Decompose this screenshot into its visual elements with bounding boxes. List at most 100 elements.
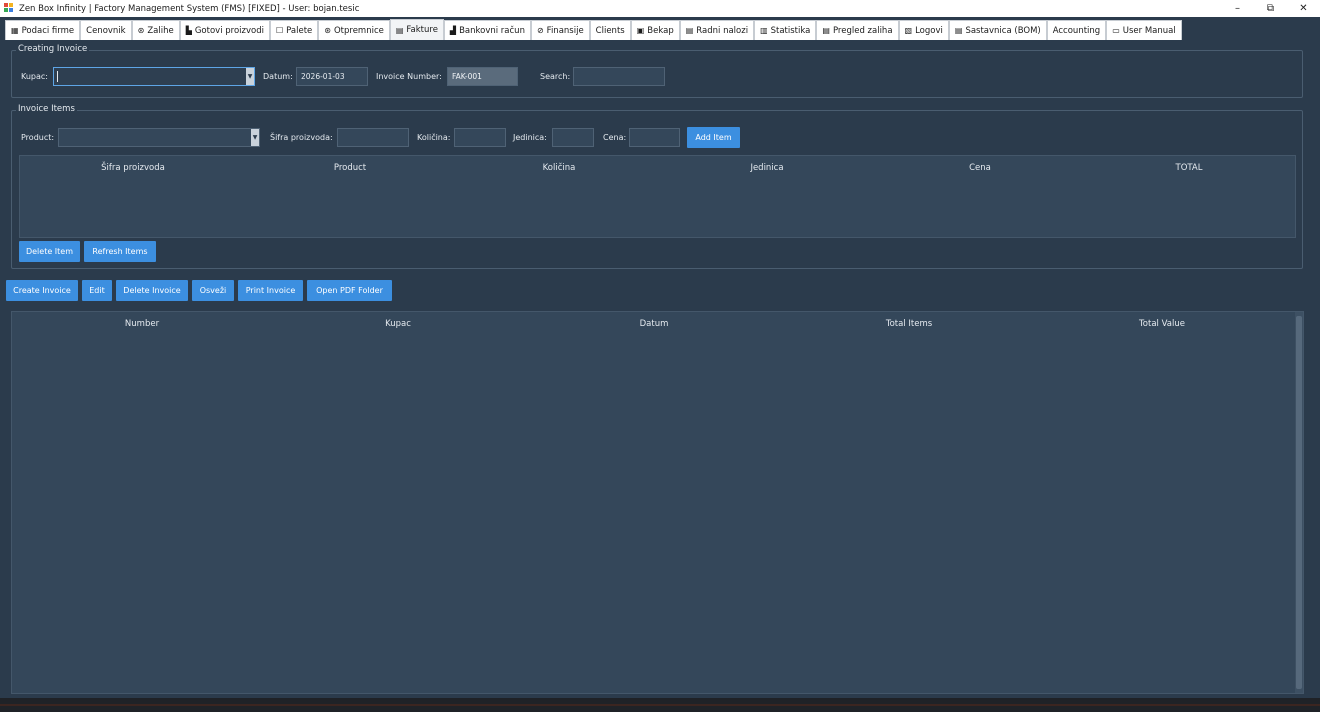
column-header[interactable]: Jedinica [750, 163, 783, 173]
add-item-button[interactable]: Add Item [687, 127, 740, 148]
bom-icon: ▤ [954, 26, 963, 35]
save-icon: ▣ [636, 26, 645, 35]
tab-label: Logovi [915, 25, 943, 36]
tab-fakture[interactable]: ▤ Fakture [389, 19, 444, 40]
vertical-scrollbar[interactable] [1295, 312, 1303, 693]
group-title: Invoice Items [16, 104, 77, 114]
column-header[interactable]: Kupac [385, 319, 411, 329]
cena-input[interactable] [629, 128, 680, 147]
sifra-input[interactable] [337, 128, 409, 147]
column-header[interactable]: Total Items [886, 319, 932, 329]
invoice-icon: ▤ [395, 25, 404, 35]
invoices-table[interactable]: Number Kupac Datum Total Items Total Value [11, 311, 1304, 694]
tab-bekap[interactable]: ▣ Bekap [630, 20, 680, 40]
kolicina-input[interactable] [454, 128, 506, 147]
factory-icon: ▙ [185, 26, 192, 35]
delete-item-button[interactable]: Delete Item [19, 241, 80, 262]
jedinica-label: Jedinica: [513, 133, 547, 142]
text-caret [57, 71, 58, 82]
tab-otpremnice[interactable]: ⊛ Otpremnice [318, 20, 390, 40]
product-combobox[interactable]: ▼ [58, 128, 260, 147]
pallet-icon: ☐ [275, 26, 284, 35]
tab-label: Sastavnica (BOM) [965, 25, 1041, 36]
tab-label: Otpremnice [333, 25, 384, 36]
tab-logovi[interactable]: ▧ Logovi [898, 20, 949, 40]
column-header[interactable]: Količina [543, 163, 576, 173]
tab-label: Gotovi proizvodi [194, 25, 264, 36]
tab-bankovni-račun[interactable]: ▟ Bankovni račun [443, 20, 531, 40]
clipboard-icon: ▤ [685, 26, 694, 35]
tab-label: Clients [595, 25, 625, 36]
tab-radni-nalozi[interactable]: ▤ Radni nalozi [679, 20, 755, 40]
datum-field[interactable]: 2026-01-03 [296, 67, 368, 86]
tab-label: Bankovni račun [459, 25, 525, 36]
tab-label: Radni nalozi [696, 25, 749, 36]
scrollbar-thumb[interactable] [1296, 316, 1302, 689]
window-title: Zen Box Infinity | Factory Management Sy… [19, 3, 360, 14]
refresh-items-button[interactable]: Refresh Items [84, 241, 156, 262]
tab-gotovi-proizvodi[interactable]: ▙ Gotovi proizvodi [179, 20, 270, 40]
kupac-combobox[interactable]: ▼ [53, 67, 255, 86]
chevron-down-icon[interactable]: ▼ [246, 68, 254, 85]
product-label: Product: [21, 133, 55, 142]
kupac-label: Kupac: [21, 72, 48, 81]
box-icon: ⊛ [324, 26, 331, 35]
tab-label: Zalihe [147, 25, 174, 36]
column-header[interactable]: Cena [969, 163, 991, 173]
osvezi-button[interactable]: Osveži [192, 280, 234, 301]
app-logo-icon [4, 3, 15, 14]
tab-finansije[interactable]: ⊘ Finansije [530, 20, 590, 40]
tab-pregled-zaliha[interactable]: ▤ Pregled zaliha [816, 20, 899, 40]
sifra-label: Šifra proizvoda: [270, 133, 333, 142]
column-header[interactable]: Datum [640, 319, 669, 329]
open-pdf-folder-button[interactable]: Open PDF Folder [307, 280, 392, 301]
tab-accounting[interactable]: Accounting [1046, 20, 1107, 40]
tab-podaci-firme[interactable]: ▦ Podaci firme [5, 20, 81, 40]
tab-label: Pregled zaliha [832, 25, 893, 36]
money-icon: ⊘ [536, 26, 544, 35]
column-header[interactable]: TOTAL [1176, 163, 1203, 173]
tab-statistika[interactable]: ▥ Statistika [754, 20, 817, 40]
create-invoice-button[interactable]: Create Invoice [6, 280, 78, 301]
tab-palete[interactable]: ☐ Palete [269, 20, 319, 40]
tab-label: Accounting [1052, 25, 1101, 36]
column-header[interactable]: Product [334, 163, 366, 173]
tab-label: Statistika [770, 25, 811, 36]
taskbar-divider [0, 704, 1320, 706]
box-icon: ⊛ [137, 26, 145, 35]
close-button[interactable]: ✕ [1287, 0, 1320, 17]
book-icon: ▭ [1112, 26, 1120, 35]
tab-label: Podaci firme [21, 25, 75, 36]
invoice-number-label: Invoice Number: [376, 72, 442, 81]
jedinica-input[interactable] [552, 128, 594, 147]
tab-zalihe[interactable]: ⊛ Zalihe [131, 20, 180, 40]
tab-label: Finansije [546, 25, 584, 36]
print-invoice-button[interactable]: Print Invoice [238, 280, 303, 301]
building-icon: ▦ [11, 26, 19, 35]
tab-cenovnik[interactable]: Cenovnik [80, 20, 132, 40]
tab-label: Cenovnik [86, 25, 126, 36]
tab-label: User Manual [1122, 25, 1176, 36]
group-title: Creating Invoice [16, 44, 90, 54]
restore-button[interactable]: ⧉ [1254, 0, 1287, 17]
tab-sastavnica-bom[interactable]: ▤ Sastavnica (BOM) [948, 20, 1047, 40]
search-input[interactable] [573, 67, 665, 86]
invoice-items-table[interactable]: Šifra proizvoda Product Količina Jedinica Ce… [19, 155, 1296, 238]
minimize-button[interactable]: – [1221, 0, 1254, 17]
tab-label: Bekap [647, 25, 674, 36]
column-header[interactable]: Šifra proizvoda [101, 163, 165, 173]
edit-button[interactable]: Edit [82, 280, 112, 301]
chart-icon: ▥ [760, 26, 768, 35]
kolicina-label: Količina: [417, 133, 451, 142]
cena-label: Cena: [603, 133, 627, 142]
datum-label: Datum: [263, 72, 293, 81]
tab-user-manual[interactable]: ▭ User Manual [1106, 20, 1182, 40]
column-header[interactable]: Number [125, 319, 159, 329]
delete-invoice-button[interactable]: Delete Invoice [116, 280, 188, 301]
column-header[interactable]: Total Value [1139, 319, 1185, 329]
tab-label: Palete [286, 25, 313, 36]
list-icon: ▤ [822, 26, 830, 35]
tab-clients[interactable]: Clients [589, 20, 631, 40]
chevron-down-icon[interactable]: ▼ [251, 129, 259, 146]
invoice-number-field[interactable]: FAK-001 [447, 67, 518, 86]
